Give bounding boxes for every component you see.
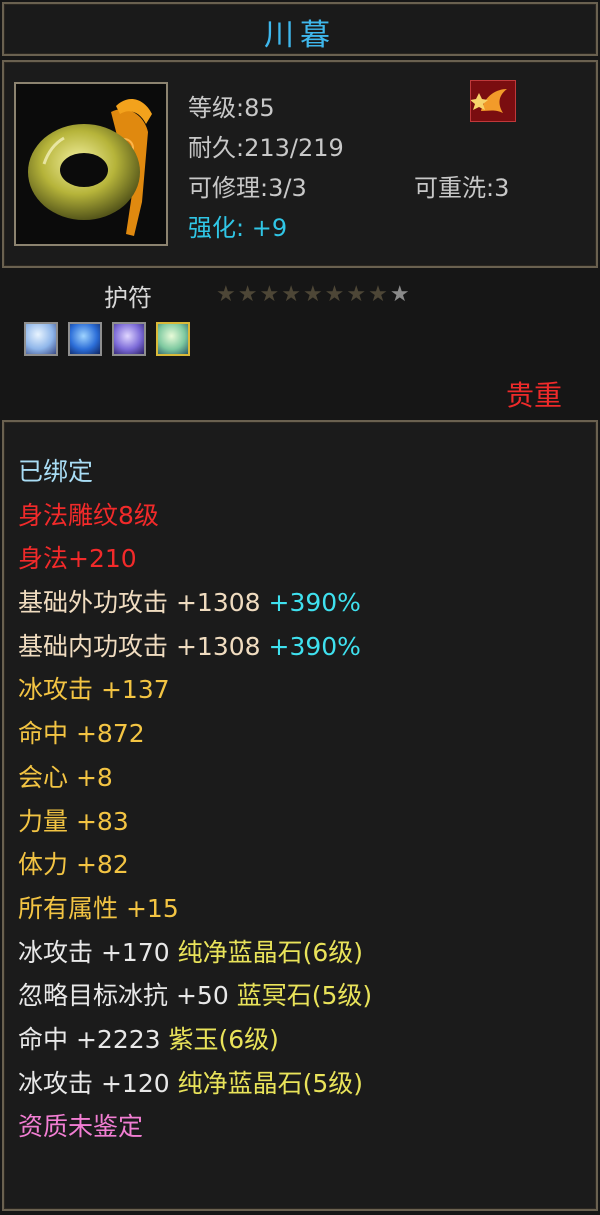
star-icon: ★ <box>216 282 238 307</box>
info-panel: 等级:85 耐久:213/219 可修理:3/3 可重洗:3 强化: +9 <box>2 60 598 268</box>
ice-attack-attribute: 冰攻击 +137 <box>18 670 372 714</box>
attr-value: +137 <box>100 675 170 705</box>
attr-label: 命中 <box>18 1024 69 1054</box>
attr-value: +8 <box>75 762 113 792</box>
attr-percent: +390% <box>268 588 361 618</box>
enhance-stat: 强化: +9 <box>188 214 288 242</box>
star-rating: ★★★★★★★★★ <box>216 282 412 307</box>
attr-label: 基础内功攻击 <box>18 631 169 661</box>
hit-attribute: 命中 +872 <box>18 714 372 758</box>
item-icon[interactable] <box>14 82 168 246</box>
star-icon: ★ <box>302 282 325 307</box>
attr-label: 忽略目标冰抗 <box>18 981 169 1011</box>
attr-label: 力量 <box>18 806 69 836</box>
attr-value: +1308 <box>175 588 261 618</box>
item-type-label: 护符 <box>104 284 152 312</box>
gem-blue-crystal-icon[interactable] <box>68 322 102 356</box>
attribute-panel: 已绑定 身法雕纹8级 身法+210 基础外功攻击 +1308 +390% 基础内… <box>2 420 598 1211</box>
star-icon: ★ <box>368 282 390 307</box>
gem-bonus-row: 冰攻击 +170 纯净蓝晶石(6级) <box>18 933 372 977</box>
rarity-label: 贵重 <box>505 379 562 412</box>
attr-label: 冰攻击 <box>18 675 94 705</box>
item-name: 川暮 <box>264 18 336 53</box>
star-icon: ★ <box>259 282 282 307</box>
attr-value: +1308 <box>175 631 261 661</box>
crit-attribute: 会心 +8 <box>18 758 372 802</box>
all-attributes: 所有属性 +15 <box>18 889 372 933</box>
star-icon: ★ <box>346 282 369 307</box>
attr-value: +50 <box>175 981 229 1011</box>
attr-percent: +390% <box>268 631 361 661</box>
star-icon: ★ <box>324 282 347 307</box>
gem-white-blue-icon[interactable] <box>24 322 58 356</box>
attr-label: 命中 <box>18 719 69 749</box>
attr-label: 冰攻击 <box>18 1068 94 1098</box>
attr-value: +15 <box>125 893 179 923</box>
gem-bonus-row: 冰攻击 +120 纯净蓝晶石(5级) <box>18 1064 372 1108</box>
attr-label: 冰攻击 <box>18 937 94 967</box>
title-bar: 川暮 <box>2 2 598 56</box>
quality-status: 资质未鉴定 <box>18 1112 144 1142</box>
attr-label: 体力 <box>18 850 69 880</box>
attr-value: +2223 <box>75 1024 161 1054</box>
repair-stat: 可修理:3/3 <box>188 174 307 202</box>
star-icon: ★ <box>389 282 412 307</box>
attr-value: +170 <box>100 937 170 967</box>
gem-bonus-row: 忽略目标冰抗 +50 蓝冥石(5级) <box>18 976 372 1020</box>
star-icon: ★ <box>281 282 303 307</box>
gem-bonus-row: 命中 +2223 紫玉(6级) <box>18 1020 372 1064</box>
attr-value: +83 <box>75 806 129 836</box>
level-stat: 等级:85 <box>188 94 275 122</box>
base-internal-attack: 基础内功攻击 +1308 +390% <box>18 627 372 671</box>
durability-stat: 耐久:213/219 <box>188 134 344 162</box>
gem-name: 蓝冥石(5级) <box>236 981 373 1011</box>
gem-name: 纯净蓝晶石(6级) <box>177 937 364 967</box>
attr-value: +872 <box>75 719 145 749</box>
item-summary: 护符 ★★★★★★★★★ 贵重 <box>0 268 600 418</box>
stamina-attribute: 体力 +82 <box>18 845 372 889</box>
attribute-list: 已绑定 身法雕纹8级 身法+210 基础外功攻击 +1308 +390% 基础内… <box>18 452 372 1151</box>
attr-value: +82 <box>75 850 129 880</box>
strength-attribute: 力量 +83 <box>18 802 372 846</box>
rewash-stat: 可重洗:3 <box>414 174 510 202</box>
buff-icon[interactable] <box>470 80 516 122</box>
attr-label: 会心 <box>18 762 69 792</box>
attr-label: 所有属性 <box>18 893 119 923</box>
bound-status: 已绑定 <box>18 457 94 486</box>
gem-slots <box>24 322 200 356</box>
attr-label: 基础外功攻击 <box>18 588 169 618</box>
star-icon: ★ <box>237 282 260 307</box>
carving-attribute: 身法雕纹8级 <box>18 500 159 530</box>
item-tooltip: 川暮 等级:85 耐久:213/219 可修理:3/3 可重洗:3 强化: +9… <box>0 0 600 1215</box>
gem-name: 纯净蓝晶石(5级) <box>177 1068 364 1098</box>
gem-name: 紫玉(6级) <box>168 1024 279 1054</box>
gem-green-icon[interactable] <box>156 322 190 356</box>
base-external-attack: 基础外功攻击 +1308 +390% <box>18 583 372 627</box>
attr-value: +120 <box>100 1068 170 1098</box>
agility-attribute: 身法+210 <box>18 544 137 574</box>
gem-purple-icon[interactable] <box>112 322 146 356</box>
